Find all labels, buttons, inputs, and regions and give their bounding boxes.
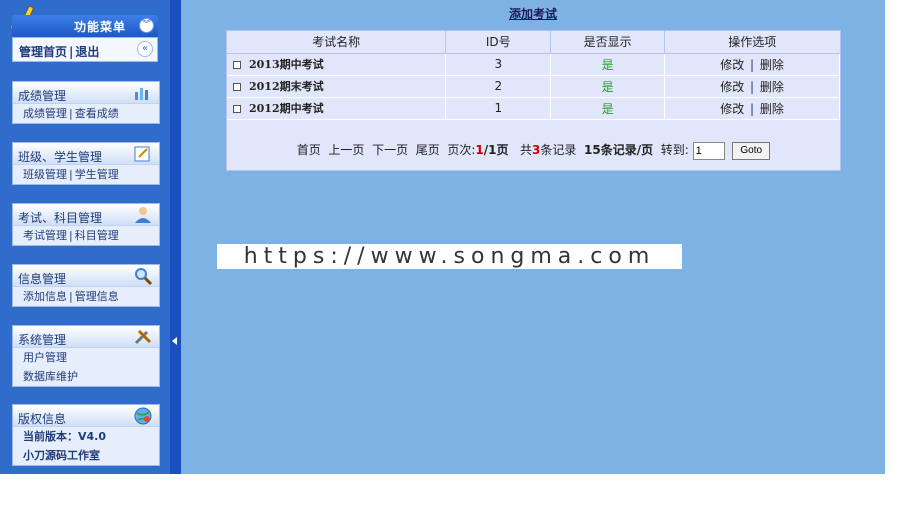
home-link[interactable]: 管理首页 [19,45,67,59]
student-manage-link[interactable]: 学生管理 [75,168,119,181]
studio-text: 小刀源码工作室 [23,449,100,462]
block-title: 版权信息 [18,412,67,426]
block-copyright: 版权信息 当前版本：V4.0 小刀源码工作室 [12,404,160,466]
edit-link[interactable]: 修改 [720,58,744,72]
goto-page-input[interactable] [692,141,725,160]
globe-icon [134,407,152,425]
user-manage-link[interactable]: 用户管理 [23,351,67,364]
score-manage-link[interactable]: 成绩管理 [23,107,67,120]
tools-icon [134,329,152,345]
block-class: 班级、学生管理 班级管理 | 学生管理 [12,142,160,185]
col-actions: 操作选项 [664,31,840,54]
menu-header: 功能菜单 ︾ [12,15,158,37]
search-icon [135,268,153,285]
goto-button[interactable]: Goto [732,141,771,160]
collapse-sidebar-icon[interactable]: « [137,41,153,57]
page-label: 页次: [447,143,476,157]
records-post: 条记录 [540,143,577,157]
sidebar-toggle[interactable] [170,0,181,474]
prev-page-link[interactable]: 上一页 [328,143,364,157]
delete-link[interactable]: 删除 [760,80,784,94]
pager: 首页 上一页 下一页 尾页 页次:1/1页 共3条记录 15条记录/页 转到: … [227,141,840,160]
db-maintain-link[interactable]: 数据库维护 [23,370,78,383]
block-title: 信息管理 [18,272,67,286]
exam-name: 2012期末考试 [249,80,324,93]
right-strip [885,0,900,474]
col-name: 考试名称 [227,31,447,54]
block-score: 成绩管理 成绩管理 | 查看成绩 [12,81,160,124]
menu-title: 功能菜单 [74,20,127,34]
total-pages: /1页 [483,143,509,157]
block-title: 考试、科目管理 [18,211,103,225]
manage-info-link[interactable]: 管理信息 [75,290,119,303]
watermark-banner: https://www.songma.com [217,244,682,269]
edit-icon [134,146,150,162]
delete-link[interactable]: 删除 [760,102,784,116]
table-row: 2012期末考试 2 是 修改 | 删除 [227,75,840,98]
exam-name: 2012期中考试 [249,102,324,115]
score-view-link[interactable]: 查看成绩 [75,107,119,120]
exam-table: 考试名称 ID号 是否显示 操作选项 2013期中考试 3 是 修改 | 删除 … [227,31,840,120]
last-page-link[interactable]: 尾页 [416,143,440,157]
col-id: ID号 [445,31,552,54]
exam-show: 是 [550,53,666,76]
collapse-menu-icon[interactable]: ︾ [139,18,154,33]
block-title: 成绩管理 [18,89,67,103]
logout-link[interactable]: 退出 [75,45,99,59]
app-window: 功能菜单 ︾ 管理首页 | 退出 « 成绩管理 成绩管理 | 查看成绩 班级、学生管理 … [0,0,885,474]
block-exam: 考试、科目管理 考试管理 | 科目管理 [12,203,160,246]
row-checkbox[interactable] [233,83,241,91]
block-title: 系统管理 [18,333,67,347]
goto-label: 转到: [660,143,689,157]
block-title: 班级、学生管理 [18,150,103,164]
subject-manage-link[interactable]: 科目管理 [75,229,119,242]
exam-id: 1 [445,97,552,120]
col-show: 是否显示 [550,31,666,54]
exam-table-panel: 考试名称 ID号 是否显示 操作选项 2013期中考试 3 是 修改 | 删除 … [226,30,841,171]
table-row: 2013期中考试 3 是 修改 | 删除 [227,53,840,76]
delete-link[interactable]: 删除 [760,58,784,72]
current-page: 1 [475,143,484,157]
sidebar: 功能菜单 ︾ 管理首页 | 退出 « 成绩管理 成绩管理 | 查看成绩 班级、学生管理 … [0,0,170,474]
block-system: 系统管理 用户管理 数据库维护 [12,325,160,387]
exam-manage-link[interactable]: 考试管理 [23,229,67,242]
per-page: 15条记录/页 [584,143,654,157]
table-header: 考试名称 ID号 是否显示 操作选项 [227,31,840,54]
next-page-link[interactable]: 下一页 [372,143,408,157]
exam-id: 2 [445,75,552,98]
exam-id: 3 [445,53,552,76]
row-checkbox[interactable] [233,105,241,113]
version-text: 当前版本：V4.0 [23,430,106,443]
exam-show: 是 [550,75,666,98]
arrow-left-icon [172,337,177,345]
class-manage-link[interactable]: 班级管理 [23,168,67,181]
table-row: 2012期中考试 1 是 修改 | 删除 [227,97,840,120]
add-info-link[interactable]: 添加信息 [23,290,67,303]
add-exam-link[interactable]: 添加考试 [509,5,557,22]
menu-top-links: 管理首页 | 退出 « [12,37,158,62]
chart-icon [135,88,148,100]
edit-link[interactable]: 修改 [720,102,744,116]
edit-link[interactable]: 修改 [720,80,744,94]
row-checkbox[interactable] [233,61,241,69]
exam-name: 2013期中考试 [249,58,324,71]
block-info: 信息管理 添加信息 | 管理信息 [12,264,160,307]
user-icon [135,207,151,223]
exam-show: 是 [550,97,666,120]
first-page-link[interactable]: 首页 [297,143,321,157]
records-pre: 共 [519,143,532,157]
